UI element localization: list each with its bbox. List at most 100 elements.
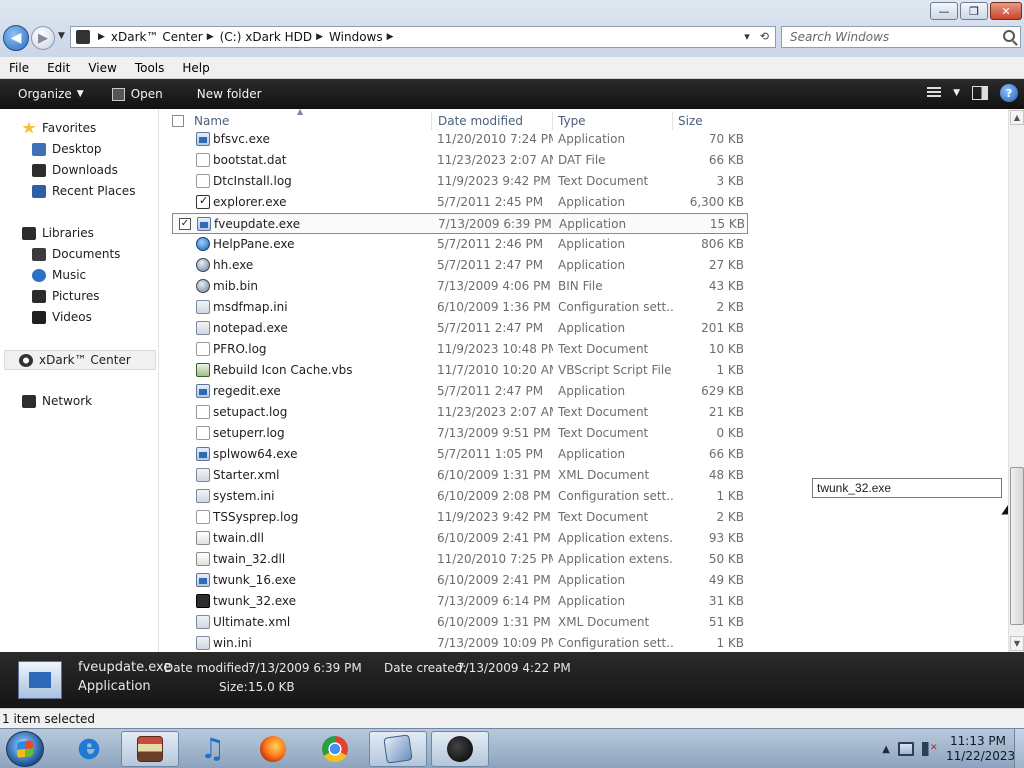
taskbar-spider-app[interactable] bbox=[431, 731, 489, 767]
maximize-button[interactable]: ❐ bbox=[960, 2, 988, 20]
details-size-value: 15.0 KB bbox=[248, 680, 295, 694]
table-row[interactable]: twunk_16.exe 6/10/2009 2:41 PM Application… bbox=[172, 570, 748, 591]
nav-music[interactable]: Music bbox=[32, 268, 86, 282]
show-desktop-button[interactable] bbox=[1014, 729, 1024, 768]
new-folder-button[interactable]: New folder bbox=[187, 79, 272, 109]
address-dropdown-icon[interactable]: ▾ bbox=[744, 30, 750, 43]
table-row[interactable]: system.ini 6/10/2009 2:08 PM Configuration… bbox=[172, 486, 748, 507]
breadcrumb-windows[interactable]: Windows bbox=[329, 30, 383, 44]
nav-recent-places[interactable]: Recent Places bbox=[32, 184, 135, 198]
file-date-modified: 7/13/2009 9:51 PM bbox=[437, 426, 551, 440]
nav-xdark-center[interactable]: xDark™ Center bbox=[4, 350, 156, 370]
menu-file[interactable]: File bbox=[0, 61, 38, 75]
help-icon[interactable]: ? bbox=[1000, 84, 1018, 102]
chevron-right-icon[interactable]: ▶ bbox=[207, 32, 214, 42]
table-row[interactable]: mib.bin 7/13/2009 4:06 PM BIN File 43 KB bbox=[172, 276, 748, 297]
forward-button[interactable]: ▶ bbox=[31, 26, 55, 50]
taskbar-windows-explorer[interactable] bbox=[369, 731, 427, 767]
scroll-up-icon[interactable]: ▲ bbox=[1010, 110, 1024, 125]
table-row[interactable]: Starter.xml 6/10/2009 1:31 PM XML Document… bbox=[172, 465, 748, 486]
taskbar-firefox[interactable] bbox=[244, 731, 302, 767]
column-divider[interactable] bbox=[431, 112, 432, 130]
file-icon bbox=[196, 300, 210, 314]
column-name[interactable]: Name bbox=[194, 114, 229, 128]
breadcrumb-c-drive[interactable]: (C:) xDark HDD bbox=[220, 30, 313, 44]
volume-muted-icon[interactable] bbox=[922, 742, 938, 756]
select-all-checkbox[interactable] bbox=[172, 115, 184, 127]
file-type: DAT File bbox=[558, 153, 606, 167]
chevron-right-icon[interactable]: ▶ bbox=[98, 32, 105, 42]
search-icon[interactable] bbox=[1003, 30, 1015, 42]
table-row[interactable]: splwow64.exe 5/7/2011 1:05 PM Application 6… bbox=[172, 444, 748, 465]
view-dropdown-icon[interactable]: ▼ bbox=[953, 88, 960, 98]
taskbar-chrome[interactable] bbox=[306, 731, 364, 767]
nav-videos[interactable]: Videos bbox=[32, 310, 92, 324]
rename-input[interactable] bbox=[812, 478, 1002, 498]
back-button[interactable]: ◀ bbox=[3, 25, 29, 51]
table-row[interactable]: setupact.log 11/23/2023 2:07 AM Text Docum… bbox=[172, 402, 748, 423]
close-button[interactable]: ✕ bbox=[990, 2, 1022, 20]
table-row[interactable]: hh.exe 5/7/2011 2:47 PM Application 27 KB bbox=[172, 255, 748, 276]
nav-downloads[interactable]: Downloads bbox=[32, 163, 118, 177]
table-row[interactable]: Rebuild Icon Cache.vbs 11/7/2010 10:20 AM… bbox=[172, 360, 748, 381]
scrollbar-thumb[interactable] bbox=[1010, 467, 1024, 625]
table-row[interactable]: twain_32.dll 11/20/2010 7:25 PM Applicatio… bbox=[172, 549, 748, 570]
show-hidden-icons-button[interactable]: ▲ bbox=[882, 744, 890, 755]
taskbar-internet-explorer[interactable] bbox=[60, 731, 118, 767]
column-divider[interactable] bbox=[552, 112, 553, 130]
file-size: 66 KB bbox=[708, 447, 744, 461]
change-view-icon[interactable] bbox=[927, 87, 942, 99]
table-row[interactable]: HelpPane.exe 5/7/2011 2:46 PM Application 8… bbox=[172, 234, 748, 255]
table-row[interactable]: PFRO.log 11/9/2023 10:48 PM Text Document 1… bbox=[172, 339, 748, 360]
nav-network[interactable]: Network bbox=[22, 394, 92, 408]
chevron-right-icon[interactable]: ▶ bbox=[387, 32, 394, 42]
nav-desktop[interactable]: Desktop bbox=[32, 142, 102, 156]
nav-pictures[interactable]: Pictures bbox=[32, 289, 100, 303]
table-row[interactable]: twain.dll 6/10/2009 2:41 PM Application ex… bbox=[172, 528, 748, 549]
open-button[interactable]: Open bbox=[102, 79, 173, 109]
taskbar-music-player[interactable] bbox=[182, 731, 240, 767]
start-button[interactable] bbox=[6, 731, 44, 767]
scroll-down-icon[interactable]: ▼ bbox=[1010, 636, 1024, 651]
column-date-modified[interactable]: Date modified bbox=[438, 114, 523, 128]
nav-libraries[interactable]: Libraries bbox=[22, 226, 94, 240]
refresh-icon[interactable]: ⟲ bbox=[760, 30, 769, 43]
table-row[interactable]: explorer.exe 5/7/2011 2:45 PM Application 6… bbox=[172, 192, 748, 213]
organize-button[interactable]: Organize ▼ bbox=[0, 79, 94, 109]
vertical-scrollbar[interactable]: ▲ ▼ bbox=[1008, 109, 1024, 652]
search-input[interactable]: Search Windows bbox=[781, 26, 1021, 48]
table-row[interactable]: bfsvc.exe 11/20/2010 7:24 PM Application 70… bbox=[172, 129, 748, 150]
table-row[interactable]: msdfmap.ini 6/10/2009 1:36 PM Configuratio… bbox=[172, 297, 748, 318]
table-row[interactable]: DtcInstall.log 11/9/2023 9:42 PM Text Docu… bbox=[172, 171, 748, 192]
table-row[interactable]: win.ini 7/13/2009 10:09 PM Configuration s… bbox=[172, 633, 748, 652]
table-row[interactable]: notepad.exe 5/7/2011 2:47 PM Application 20… bbox=[172, 318, 748, 339]
table-row[interactable]: twunk_32.exe 7/13/2009 6:14 PM Application… bbox=[172, 591, 748, 612]
nav-favorites[interactable]: Favorites bbox=[22, 121, 96, 135]
table-row[interactable]: ✓ fveupdate.exe 7/13/2009 6:39 PM Applicati… bbox=[172, 213, 748, 234]
preview-pane-icon[interactable] bbox=[972, 86, 988, 100]
recent-pages-button[interactable]: ▼ bbox=[58, 31, 65, 41]
menu-help[interactable]: Help bbox=[173, 61, 218, 75]
chevron-right-icon[interactable]: ▶ bbox=[316, 32, 323, 42]
menu-view[interactable]: View bbox=[79, 61, 125, 75]
network-status-icon[interactable] bbox=[898, 742, 914, 756]
clock[interactable]: 11:13 PM 11/22/2023 bbox=[946, 734, 1015, 764]
table-row[interactable]: Ultimate.xml 6/10/2009 1:31 PM XML Documen… bbox=[172, 612, 748, 633]
menu-edit[interactable]: Edit bbox=[38, 61, 79, 75]
address-bar[interactable]: ▶ xDark™ Center ▶ (C:) xDark HDD ▶ Windo… bbox=[70, 26, 776, 48]
table-row[interactable]: setuperr.log 7/13/2009 9:51 PM Text Docume… bbox=[172, 423, 748, 444]
nav-documents[interactable]: Documents bbox=[32, 247, 120, 261]
menu-tools[interactable]: Tools bbox=[126, 61, 174, 75]
file-icon bbox=[196, 636, 210, 650]
row-checkbox[interactable]: ✓ bbox=[179, 218, 191, 230]
taskbar-archive-app[interactable] bbox=[121, 731, 179, 767]
details-modified-label: Date modified: bbox=[164, 661, 254, 675]
column-size[interactable]: Size bbox=[678, 114, 703, 128]
column-type[interactable]: Type bbox=[558, 114, 586, 128]
table-row[interactable]: TSSysprep.log 11/9/2023 9:42 PM Text Docum… bbox=[172, 507, 748, 528]
table-row[interactable]: regedit.exe 5/7/2011 2:47 PM Application 62… bbox=[172, 381, 748, 402]
table-row[interactable]: bootstat.dat 11/23/2023 2:07 AM DAT File 66… bbox=[172, 150, 748, 171]
breadcrumb-xdark-center[interactable]: xDark™ Center bbox=[111, 30, 203, 44]
column-divider[interactable] bbox=[672, 112, 673, 130]
minimize-button[interactable]: — bbox=[930, 2, 958, 20]
